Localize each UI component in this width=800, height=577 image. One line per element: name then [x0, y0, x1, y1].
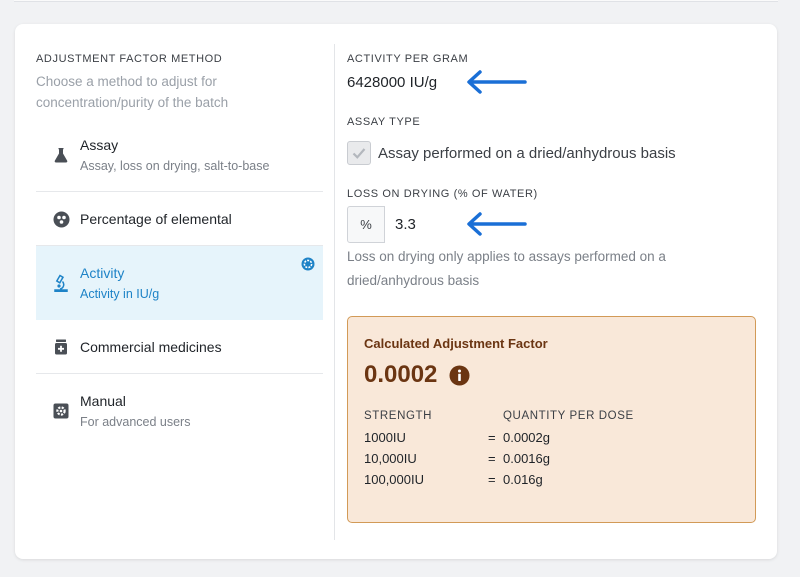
- method-label: Activity: [80, 265, 125, 281]
- dried-basis-label: Assay performed on a dried/anhydrous bas…: [378, 145, 676, 162]
- equals-cell: =: [488, 430, 496, 445]
- method-sublabel: Assay, loss on drying, salt-to-base: [80, 159, 270, 173]
- method-panel-description: Choose a method to adjust for concentrat…: [36, 74, 229, 110]
- microscope-icon: [52, 274, 70, 292]
- checkmark-icon: [352, 148, 366, 159]
- assay-type-label: ASSAY TYPE: [347, 116, 421, 128]
- panel-divider: [334, 44, 335, 540]
- table-row: 100,000IU = 0.016g: [364, 472, 744, 492]
- strength-cell: 100,000IU: [364, 472, 424, 487]
- quantity-cell: 0.0002g: [503, 430, 550, 445]
- method-item-activity[interactable]: Activity Activity in IU/g: [36, 246, 323, 320]
- table-row: 10,000IU = 0.0016g: [364, 451, 744, 471]
- quantity-cell: 0.016g: [503, 472, 543, 487]
- equals-cell: =: [488, 472, 496, 487]
- calculated-factor-value: 0.0002: [364, 361, 438, 388]
- method-sublabel: For advanced users: [80, 415, 191, 429]
- strength-cell: 10,000IU: [364, 451, 417, 466]
- strength-header: STRENGTH: [364, 410, 433, 422]
- annotation-arrow-loss-on-drying: [467, 212, 527, 236]
- activity-per-gram-label: ACTIVITY PER GRAM: [347, 53, 469, 65]
- dried-basis-checkbox[interactable]: [347, 141, 371, 165]
- method-item-manual[interactable]: Manual For advanced users: [36, 374, 323, 448]
- method-panel-title: ADJUSTMENT FACTOR METHOD: [36, 53, 223, 65]
- method-sublabel: Activity in IU/g: [80, 287, 160, 301]
- annotation-arrow-activity: [467, 70, 527, 94]
- method-item-percentage-elemental[interactable]: Percentage of elemental: [36, 192, 323, 246]
- method-item-commercial-medicines[interactable]: Commercial medicines: [36, 320, 323, 374]
- loss-on-drying-help: Loss on drying only applies to assays pe…: [347, 249, 666, 288]
- loss-on-drying-label: LOSS ON DRYING (% OF WATER): [347, 188, 538, 200]
- gear-icon: [52, 402, 70, 420]
- flask-icon: [52, 146, 70, 164]
- method-label: Percentage of elemental: [80, 211, 232, 227]
- strength-cell: 1000IU: [364, 430, 406, 445]
- medicine-bottle-icon: [52, 338, 70, 356]
- percent-prefix: %: [347, 206, 385, 243]
- method-list: Assay Assay, loss on drying, salt-to-bas…: [36, 118, 323, 448]
- calculated-factor-title: Calculated Adjustment Factor: [364, 336, 548, 351]
- loss-on-drying-input[interactable]: [385, 206, 465, 243]
- method-label: Manual: [80, 393, 126, 409]
- top-divider: [14, 0, 778, 2]
- quantity-cell: 0.0016g: [503, 451, 550, 466]
- calculated-factor-panel: Calculated Adjustment Factor 0.0002 STRE…: [347, 316, 756, 523]
- table-row: 1000IU = 0.0002g: [364, 430, 744, 450]
- method-label: Assay: [80, 137, 119, 153]
- method-item-assay[interactable]: Assay Assay, loss on drying, salt-to-bas…: [36, 118, 323, 192]
- equals-cell: =: [488, 451, 496, 466]
- atom-icon: [52, 210, 70, 228]
- quantity-header: QUANTITY PER DOSE: [503, 410, 634, 422]
- selected-indicator-icon: [301, 257, 315, 271]
- activity-per-gram-value: 6428000 IU/g: [347, 74, 438, 91]
- method-label: Commercial medicines: [80, 339, 222, 355]
- info-icon[interactable]: [449, 365, 470, 386]
